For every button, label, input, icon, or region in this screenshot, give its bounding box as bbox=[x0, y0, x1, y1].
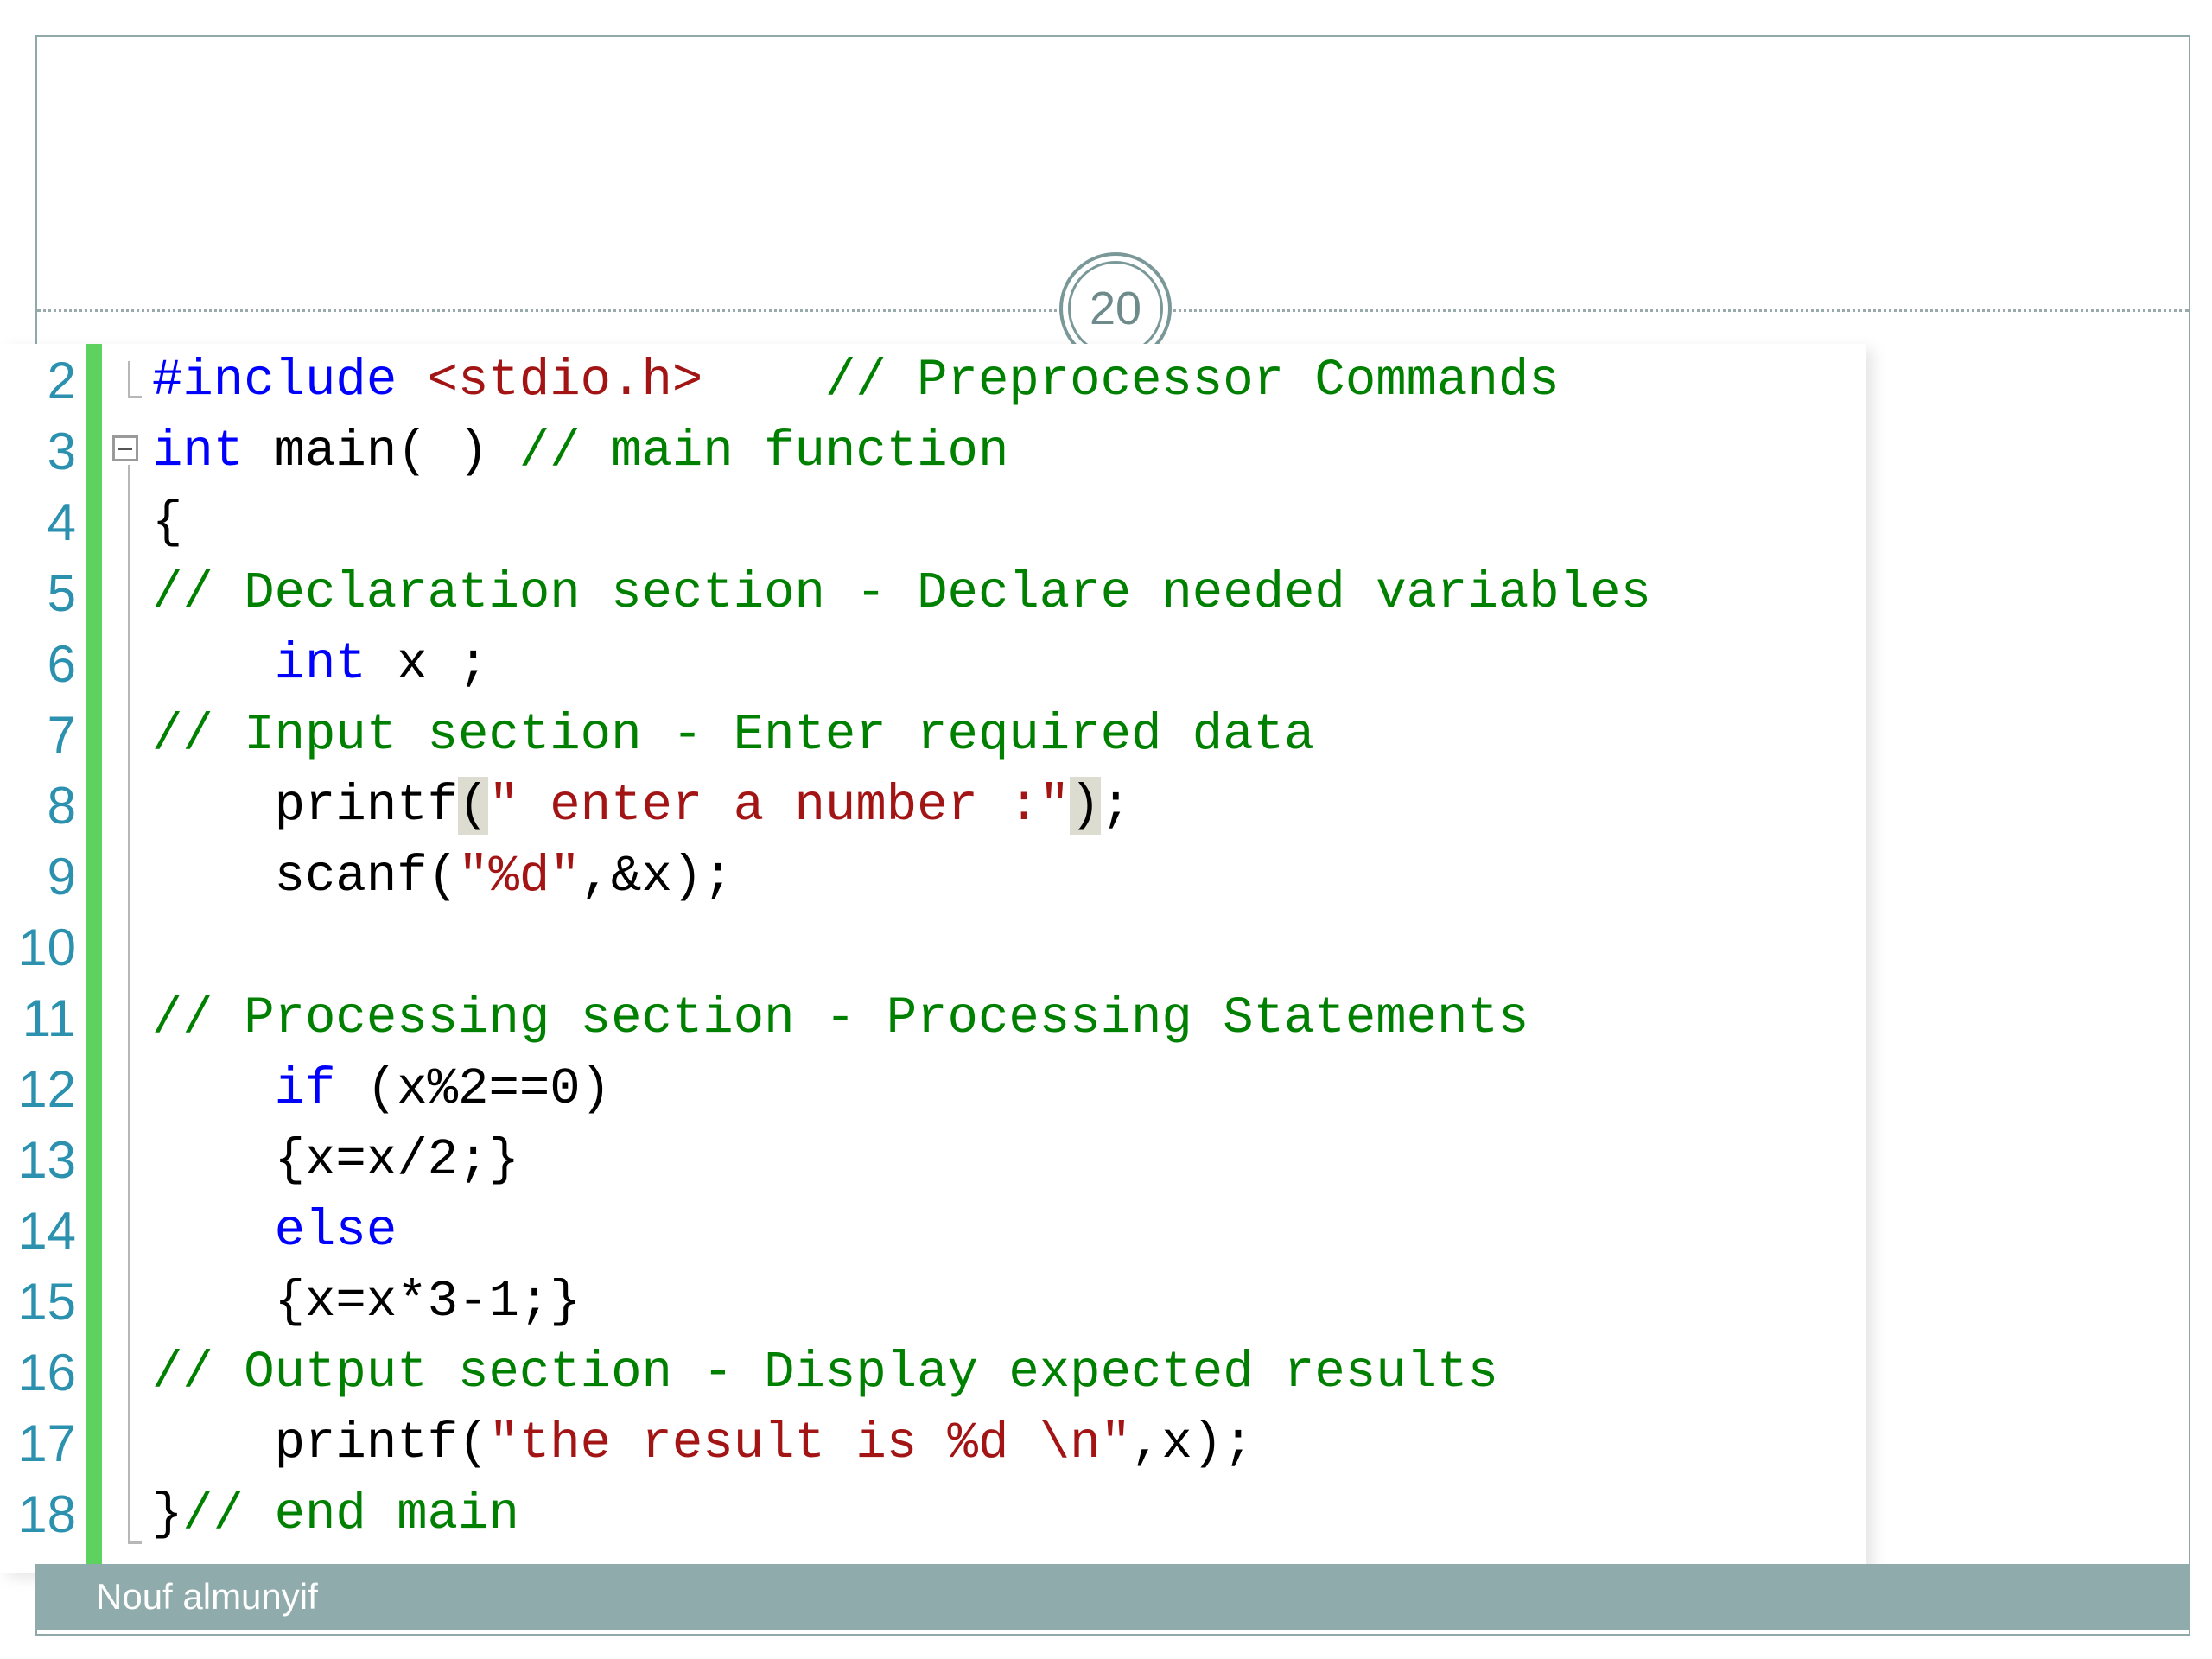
code-editor-screenshot: 2 3 4 5 6 7 8 9 10 11 12 13 14 15 16 17 18 #include <std… bbox=[0, 344, 1866, 1573]
code-area[interactable]: #include <stdio.h> // Preprocessor Comma… bbox=[152, 344, 1866, 1573]
line-number: 13 bbox=[18, 1131, 76, 1189]
line-number: 16 bbox=[18, 1344, 76, 1402]
code-line: {x=x/2;} bbox=[152, 1125, 519, 1196]
code-text: printf( bbox=[152, 1414, 489, 1472]
code-keyword: int bbox=[274, 635, 366, 693]
code-line: // Output section - Display expected res… bbox=[152, 1338, 1498, 1408]
code-text: scanf( bbox=[152, 848, 459, 906]
code-text: ; bbox=[1100, 777, 1131, 835]
code-string: "the result is %d \n" bbox=[488, 1414, 1131, 1472]
line-number: 10 bbox=[18, 918, 76, 976]
code-text: main( ) bbox=[244, 423, 519, 480]
outline-guide bbox=[128, 465, 130, 1543]
collapse-toggle-icon[interactable] bbox=[112, 435, 138, 461]
code-text: (x%2==0) bbox=[335, 1060, 612, 1118]
line-number: 6 bbox=[47, 635, 76, 693]
line-number: 8 bbox=[47, 777, 76, 835]
line-number: 7 bbox=[47, 706, 76, 764]
code-keyword: else bbox=[274, 1202, 397, 1260]
code-text: ,x); bbox=[1131, 1414, 1254, 1472]
code-line: if (x%2==0) bbox=[152, 1054, 611, 1125]
code-comment: // main function bbox=[518, 423, 1009, 480]
line-number: 14 bbox=[18, 1202, 76, 1260]
line-number: 11 bbox=[22, 989, 76, 1047]
code-line: {x=x*3-1;} bbox=[152, 1267, 581, 1338]
code-text: { bbox=[152, 493, 183, 551]
code-text: {x=x*3-1;} bbox=[152, 1273, 581, 1331]
code-line: }// end main bbox=[152, 1479, 519, 1550]
code-text: ,&x); bbox=[580, 848, 734, 906]
line-number: 2 bbox=[47, 352, 76, 410]
code-line: int x ; bbox=[152, 629, 489, 700]
code-string: "%d" bbox=[458, 848, 581, 906]
code-string: <stdio.h> bbox=[427, 352, 703, 410]
code-comment: // Input section - Enter required data bbox=[152, 706, 1315, 764]
code-line: { bbox=[152, 487, 182, 558]
change-indicator-bar bbox=[86, 344, 102, 1573]
outline-guide bbox=[128, 361, 130, 397]
code-line: else bbox=[152, 1196, 397, 1267]
code-string: " enter a number :" bbox=[488, 777, 1071, 835]
line-number: 15 bbox=[18, 1273, 76, 1331]
code-comment: // end main bbox=[182, 1485, 519, 1543]
code-line: #include <stdio.h> // Preprocessor Comma… bbox=[152, 346, 1560, 416]
line-number-gutter: 2 3 4 5 6 7 8 9 10 11 12 13 14 15 16 17 18 bbox=[0, 344, 83, 1573]
outline-guide-tick bbox=[128, 1541, 142, 1544]
code-text: x ; bbox=[365, 635, 489, 693]
code-comment: // Processing section - Processing State… bbox=[152, 989, 1529, 1047]
line-number: 5 bbox=[47, 564, 76, 622]
footer-author: Nouf almunyif bbox=[96, 1576, 318, 1617]
line-number: 12 bbox=[18, 1060, 76, 1118]
line-number: 4 bbox=[47, 493, 76, 551]
code-comment: // Output section - Display expected res… bbox=[152, 1344, 1498, 1402]
outline-guide-tick bbox=[128, 396, 142, 398]
line-number: 9 bbox=[47, 848, 76, 906]
code-comment: // Declaration section - Declare needed … bbox=[152, 564, 1651, 622]
code-keyword: #include bbox=[152, 352, 397, 410]
code-line: printf("the result is %d \n",x); bbox=[152, 1408, 1254, 1479]
code-line: int main( ) // main function bbox=[152, 416, 1008, 487]
matched-paren: ( bbox=[458, 777, 489, 835]
code-keyword: int bbox=[152, 423, 245, 480]
footer-bar: Nouf almunyif bbox=[35, 1564, 2190, 1630]
page-number: 20 bbox=[1089, 283, 1142, 334]
code-line: // Processing section - Processing State… bbox=[152, 983, 1529, 1054]
line-number: 3 bbox=[47, 423, 76, 480]
code-text: printf bbox=[152, 777, 459, 835]
line-number: 18 bbox=[18, 1485, 76, 1543]
code-line: // Input section - Enter required data bbox=[152, 700, 1314, 771]
code-comment: // Preprocessor Commands bbox=[824, 352, 1560, 410]
matched-paren: ) bbox=[1070, 777, 1101, 835]
code-line: scanf("%d",&x); bbox=[152, 842, 734, 912]
code-text: {x=x/2;} bbox=[152, 1131, 519, 1189]
code-text: } bbox=[152, 1485, 183, 1543]
code-keyword: if bbox=[274, 1060, 336, 1118]
code-line: printf(" enter a number :"); bbox=[152, 771, 1131, 842]
line-number: 17 bbox=[18, 1414, 76, 1472]
code-line: // Declaration section - Declare needed … bbox=[152, 558, 1651, 629]
